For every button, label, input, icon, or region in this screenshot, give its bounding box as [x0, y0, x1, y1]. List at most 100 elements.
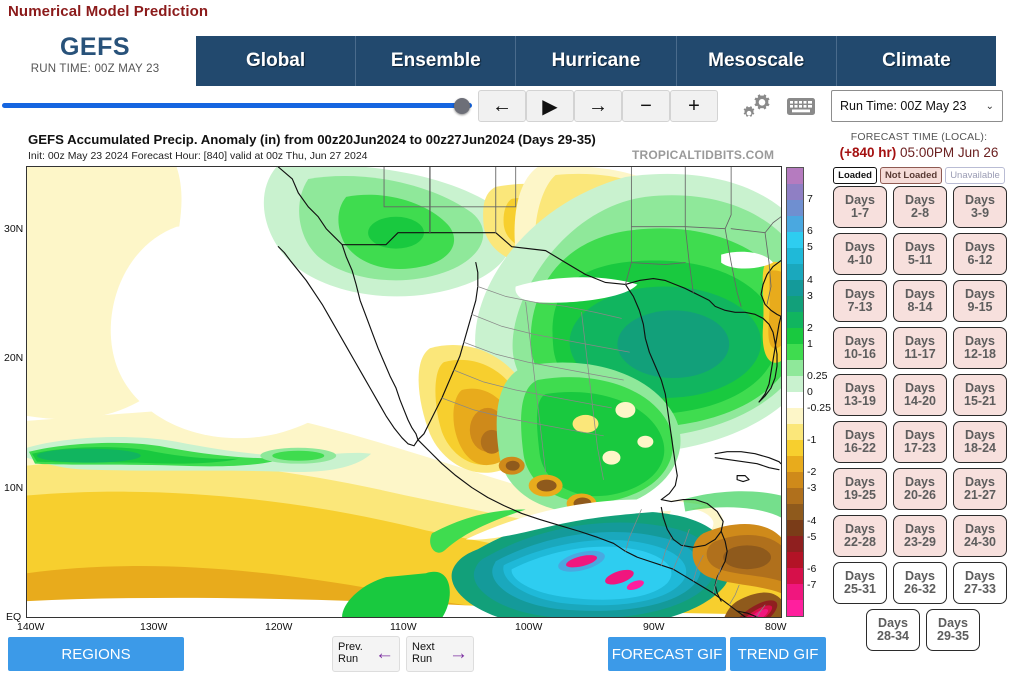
day-range-button-9-15[interactable]: Days 9-15 — [953, 280, 1007, 322]
day-range-grid: Days 1-7 Days 2-8 Days 3-9 Days 4-10 Days 5-11 Day… — [833, 186, 1007, 651]
colorbar-segment — [787, 456, 803, 472]
day-range-button-11-17[interactable]: Days 11-17 — [893, 327, 947, 369]
nav-tab-mesoscale[interactable]: Mesoscale — [677, 36, 837, 86]
colorbar-segment — [787, 232, 803, 248]
day-range-button-24-30[interactable]: Days 24-30 — [953, 515, 1007, 557]
colorbar-tick-2: 2 — [807, 321, 813, 334]
next-run-button[interactable]: Next Run → — [406, 636, 474, 672]
trend-gif-button[interactable]: TREND GIF — [730, 637, 826, 671]
forecast-map[interactable] — [26, 166, 782, 618]
day-range-button-26-32[interactable]: Days 26-32 — [893, 562, 947, 604]
xlabel-120w: 120W — [265, 621, 293, 633]
day-range-button-7-13[interactable]: Days 7-13 — [833, 280, 887, 322]
colorbar-segment — [787, 472, 803, 488]
previous-frame-button[interactable]: ← — [478, 90, 526, 122]
map-canvas — [27, 167, 781, 617]
keyboard-icon[interactable] — [784, 90, 818, 122]
colorbar-tick-1: 1 — [807, 337, 813, 350]
day-range-button-6-12[interactable]: Days 6-12 — [953, 233, 1007, 275]
day-button-line1: Days — [905, 286, 935, 301]
day-range-button-12-18[interactable]: Days 12-18 — [953, 327, 1007, 369]
previous-run-button[interactable]: Prev. Run ← — [332, 636, 400, 672]
day-button-line2: 3-9 — [970, 206, 990, 220]
play-button[interactable]: ▶ — [526, 90, 574, 122]
day-button-line1: Days — [965, 427, 995, 442]
arrow-left-icon: ← — [375, 643, 394, 665]
day-range-button-14-20[interactable]: Days 14-20 — [893, 374, 947, 416]
nav-tab-climate[interactable]: Climate — [837, 36, 996, 86]
colorbar-segment — [787, 296, 803, 312]
day-button-line2: 27-33 — [964, 582, 996, 596]
day-range-button-17-23[interactable]: Days 17-23 — [893, 421, 947, 463]
day-range-button-19-25[interactable]: Days 19-25 — [833, 468, 887, 510]
day-range-button-5-11[interactable]: Days 5-11 — [893, 233, 947, 275]
day-range-button-23-29[interactable]: Days 23-29 — [893, 515, 947, 557]
day-button-line1: Days — [965, 192, 995, 207]
regions-button[interactable]: REGIONS — [8, 637, 184, 671]
day-range-button-22-28[interactable]: Days 22-28 — [833, 515, 887, 557]
nav-tab-ensemble[interactable]: Ensemble — [356, 36, 517, 86]
day-range-button-15-21[interactable]: Days 15-21 — [953, 374, 1007, 416]
day-range-button-8-14[interactable]: Days 8-14 — [893, 280, 947, 322]
day-range-button-20-26[interactable]: Days 20-26 — [893, 468, 947, 510]
zoom-in-button[interactable]: + — [670, 90, 718, 122]
day-button-line1: Days — [938, 615, 968, 630]
next-frame-button[interactable]: → — [574, 90, 622, 122]
day-range-button-2-8[interactable]: Days 2-8 — [893, 186, 947, 228]
settings-gear-icon[interactable] — [738, 90, 778, 122]
day-range-button-28-34[interactable]: Days 28-34 — [866, 609, 920, 651]
forecast-gif-button[interactable]: FORECAST GIF — [608, 637, 726, 671]
zoom-out-button[interactable]: − — [622, 90, 670, 122]
day-range-button-10-16[interactable]: Days 10-16 — [833, 327, 887, 369]
colorbar-tick-6: 6 — [807, 225, 813, 238]
colorbar-segment — [787, 440, 803, 456]
day-button-line1: Days — [845, 192, 875, 207]
day-button-line1: Days — [905, 521, 935, 536]
chart-subtitle: Init: 00z May 23 2024 Forecast Hour: [84… — [28, 150, 368, 162]
model-name: GEFS — [59, 33, 131, 61]
day-button-line1: Days — [905, 192, 935, 207]
slider-thumb[interactable] — [454, 98, 470, 114]
model-badge: GEFS RUN TIME: 00Z MAY 23 — [0, 33, 190, 75]
nav-tab-global[interactable]: Global — [196, 36, 357, 86]
day-button-line2: 11-17 — [904, 347, 936, 361]
colorbar-segment — [787, 600, 803, 616]
day-range-button-25-31[interactable]: Days 25-31 — [833, 562, 887, 604]
day-range-button-13-19[interactable]: Days 13-19 — [833, 374, 887, 416]
day-range-button-29-35[interactable]: Days 29-35 — [926, 609, 980, 651]
day-button-line2: 15-21 — [964, 394, 996, 408]
frame-slider[interactable] — [2, 97, 474, 115]
xlabel-100w: 100W — [515, 621, 543, 633]
day-button-line1: Days — [965, 333, 995, 348]
day-button-line1: Days — [905, 474, 935, 489]
day-range-button-16-22[interactable]: Days 16-22 — [833, 421, 887, 463]
colorbar-tick-4: 4 — [807, 273, 813, 286]
day-button-line1: Days — [905, 568, 935, 583]
day-button-line2: 25-31 — [844, 582, 876, 596]
legend-loaded: Loaded — [833, 167, 877, 184]
day-button-line1: Days — [845, 286, 875, 301]
colorbar-segment — [787, 504, 803, 520]
day-button-line2: 22-28 — [844, 535, 876, 549]
day-button-line2: 17-23 — [904, 441, 936, 455]
day-button-line2: 29-35 — [937, 629, 969, 643]
day-button-line2: 5-11 — [907, 253, 933, 267]
day-button-line2: 7-13 — [847, 300, 873, 314]
colorbar-segment — [787, 584, 803, 600]
day-button-line1: Days — [965, 286, 995, 301]
day-button-line1: Days — [845, 239, 875, 254]
runtime-select[interactable]: Run Time: 00Z May 23 ⌄ — [831, 90, 1003, 122]
day-button-line1: Days — [905, 427, 935, 442]
day-range-button-1-7[interactable]: Days 1-7 — [833, 186, 887, 228]
prev-run-label: Prev. Run — [338, 641, 363, 665]
day-range-button-18-24[interactable]: Days 18-24 — [953, 421, 1007, 463]
day-range-button-21-27[interactable]: Days 21-27 — [953, 468, 1007, 510]
day-range-button-4-10[interactable]: Days 4-10 — [833, 233, 887, 275]
colorbar-tick-neg1: -1 — [807, 434, 817, 447]
day-button-line2: 1-7 — [850, 206, 870, 220]
colorbar-segment — [787, 312, 803, 328]
day-range-button-27-33[interactable]: Days 27-33 — [953, 562, 1007, 604]
nav-tab-hurricane[interactable]: Hurricane — [516, 36, 677, 86]
day-range-button-3-9[interactable]: Days 3-9 — [953, 186, 1007, 228]
colorbar-segment — [787, 376, 803, 392]
